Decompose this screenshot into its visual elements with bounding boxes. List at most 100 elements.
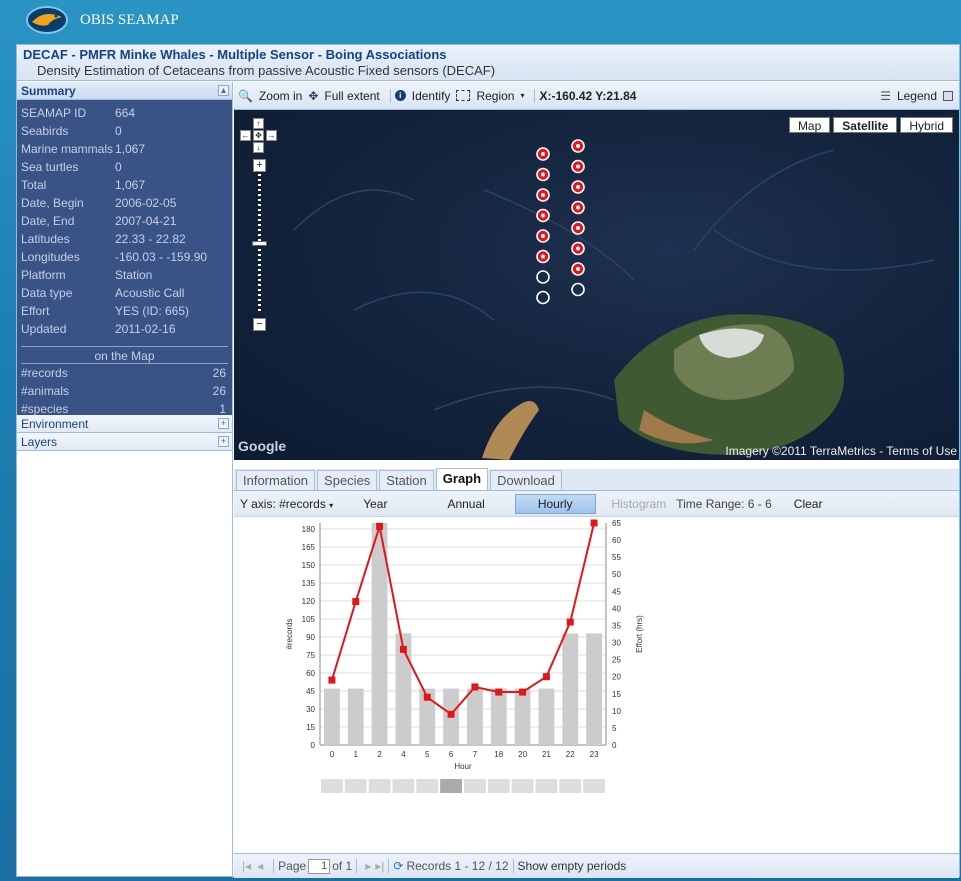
range-selector-cell[interactable] bbox=[559, 779, 582, 793]
clear-button[interactable]: Clear bbox=[794, 497, 823, 511]
x-tick-label: 0 bbox=[330, 750, 335, 759]
environment-header[interactable]: Environment + bbox=[17, 415, 232, 433]
bar bbox=[538, 688, 555, 745]
bar bbox=[324, 688, 340, 745]
tab-species[interactable]: Species bbox=[317, 470, 378, 490]
x-tick-label: 4 bbox=[401, 750, 406, 759]
bar bbox=[586, 633, 602, 745]
page-input[interactable]: 1 bbox=[308, 858, 331, 874]
brand-name[interactable]: OBIS SEAMAP bbox=[80, 12, 179, 29]
map-type-map[interactable]: Map bbox=[788, 117, 831, 133]
x-tick-label: 20 bbox=[518, 750, 527, 759]
first-page-icon[interactable]: |◂ bbox=[242, 859, 251, 873]
satellite-imagery bbox=[293, 149, 935, 460]
range-selector-cell[interactable] bbox=[440, 779, 462, 793]
y2-tick-label: 65 bbox=[612, 519, 621, 528]
zoom-plus-icon[interactable]: + bbox=[253, 159, 266, 172]
collapse-icon[interactable]: ▴ bbox=[218, 85, 229, 96]
tab-station[interactable]: Station bbox=[379, 470, 434, 490]
pager: |◂ ◂ Page 1 of 1 ▸ ▸| ⟳ Records 1 - 12 /… bbox=[234, 853, 959, 878]
identify-icon[interactable]: i bbox=[394, 90, 406, 101]
range-selector-cell[interactable] bbox=[487, 779, 510, 793]
x-tick-label: 1 bbox=[354, 750, 359, 759]
zoom-in-button[interactable]: Zoom in bbox=[259, 89, 302, 103]
identify-button[interactable]: Identify bbox=[412, 89, 451, 103]
map-rows: #records 26 #animals 26 #species 1 bbox=[21, 364, 228, 418]
legend-icon[interactable]: ☰ bbox=[880, 89, 891, 103]
summary-rows: SEAMAP ID 664 Seabirds 0 Marine mammals 1,067… bbox=[21, 104, 228, 338]
range-selector-cell[interactable] bbox=[416, 779, 439, 793]
range-selector-cell[interactable] bbox=[321, 779, 343, 793]
x-tick-label: 21 bbox=[542, 750, 551, 759]
year-button[interactable]: Year bbox=[363, 497, 387, 511]
zoom-slider-handle[interactable] bbox=[252, 241, 267, 246]
y2-tick-label: 45 bbox=[612, 587, 621, 596]
last-page-icon[interactable]: ▸| bbox=[375, 859, 384, 873]
pan-up-icon[interactable]: ↑ bbox=[253, 118, 264, 129]
region-icon[interactable] bbox=[456, 90, 471, 101]
range-selector-cell[interactable] bbox=[392, 779, 415, 793]
range-selector-cell[interactable] bbox=[511, 779, 534, 793]
zoom-in-icon[interactable]: 🔍 bbox=[238, 89, 253, 103]
pan-left-icon[interactable]: ← bbox=[240, 130, 251, 141]
map-view[interactable]: ↑ ← ✥ → ↓ + − Map Satellite Hybrid Googl… bbox=[234, 110, 959, 460]
x-tick-label: 18 bbox=[494, 750, 503, 759]
show-empty-periods-button[interactable]: Show empty periods bbox=[518, 859, 627, 873]
bar bbox=[514, 688, 531, 745]
summary-panel: SEAMAP ID 664 Seabirds 0 Marine mammals 1,067… bbox=[17, 100, 232, 418]
dropdown-arrow-icon[interactable]: ▾ bbox=[520, 91, 524, 100]
map-type-satellite[interactable]: Satellite bbox=[833, 117, 898, 133]
y2-tick-label: 0 bbox=[612, 741, 617, 750]
dropdown-arrow-icon: ▾ bbox=[329, 500, 334, 510]
tab-information[interactable]: Information bbox=[236, 470, 316, 490]
annual-button[interactable]: Annual bbox=[447, 497, 484, 511]
full-extent-icon[interactable]: ✥ bbox=[308, 89, 318, 103]
page-label: Page bbox=[278, 859, 307, 873]
range-selector-cell[interactable] bbox=[368, 779, 391, 793]
legend-toggle-icon[interactable] bbox=[943, 90, 953, 101]
full-extent-button[interactable]: Full extent bbox=[324, 89, 379, 103]
y2-tick-label: 40 bbox=[612, 604, 621, 613]
summary-value: 22.33 - 22.82 bbox=[115, 232, 186, 246]
layers-header[interactable]: Layers + bbox=[17, 433, 232, 451]
summary-key: Sea turtles bbox=[21, 160, 79, 174]
tab-graph[interactable]: Graph bbox=[435, 468, 489, 490]
range-selector-cell[interactable] bbox=[535, 779, 558, 793]
map-type-hybrid[interactable]: Hybrid bbox=[900, 117, 953, 133]
effort-point bbox=[519, 688, 527, 696]
next-page-icon[interactable]: ▸ bbox=[365, 859, 371, 873]
map-row: #records 26 bbox=[21, 364, 228, 382]
expand-icon[interactable]: + bbox=[218, 418, 229, 429]
range-selector-cell[interactable] bbox=[583, 779, 605, 793]
pan-center-icon[interactable]: ✥ bbox=[253, 130, 264, 141]
bar bbox=[467, 688, 483, 745]
summary-key: Seabirds bbox=[21, 124, 69, 138]
range-selector-cell[interactable] bbox=[464, 779, 486, 793]
pan-right-icon[interactable]: → bbox=[266, 130, 277, 141]
summary-key: Date, Begin bbox=[21, 196, 84, 210]
range-selector-cell[interactable] bbox=[344, 779, 367, 793]
summary-row: Date, End 2007-04-21 bbox=[21, 212, 228, 230]
legend-button[interactable]: Legend bbox=[897, 89, 937, 103]
y-tick-label: 135 bbox=[302, 579, 316, 588]
y-tick-label: 90 bbox=[306, 633, 315, 642]
y2-tick-label: 25 bbox=[612, 656, 621, 665]
histogram-button[interactable]: Histogram bbox=[612, 497, 667, 511]
y-tick-label: 15 bbox=[306, 723, 315, 732]
map-credit: Imagery ©2011 TerraMetrics - Terms of Us… bbox=[725, 444, 957, 458]
refresh-icon[interactable]: ⟳ bbox=[393, 859, 403, 873]
dataset-title-bar: DECAF - PMFR Minke Whales - Multiple Sen… bbox=[17, 45, 959, 81]
expand-icon[interactable]: + bbox=[218, 436, 229, 447]
detail-tabs: Information Species Station Graph Downlo… bbox=[234, 468, 959, 491]
main-panel: 🔍 Zoom in ✥ Full extent i Identify Regio… bbox=[234, 82, 959, 878]
records-count: Records 1 - 12 / 12 bbox=[406, 859, 509, 873]
zoom-minus-icon[interactable]: − bbox=[253, 318, 266, 331]
y-axis-dropdown[interactable]: Y axis: #records ▾ bbox=[240, 497, 333, 511]
hourly-button[interactable]: Hourly bbox=[514, 493, 596, 514]
summary-header[interactable]: Summary ▴ bbox=[17, 82, 232, 100]
prev-page-icon[interactable]: ◂ bbox=[257, 859, 263, 873]
y2-tick-label: 50 bbox=[612, 570, 621, 579]
pan-down-icon[interactable]: ↓ bbox=[253, 142, 264, 153]
tab-download[interactable]: Download bbox=[490, 470, 562, 490]
region-button[interactable]: Region bbox=[476, 89, 514, 103]
